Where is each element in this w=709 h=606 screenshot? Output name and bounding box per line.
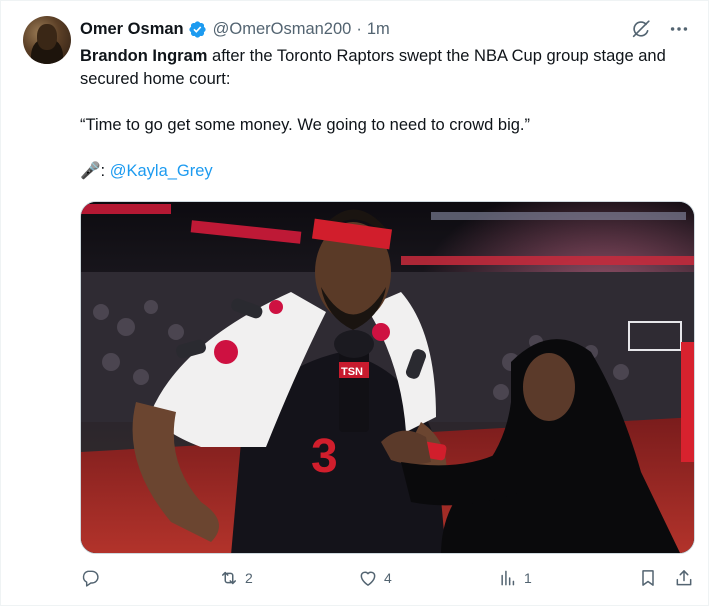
repost-icon — [222, 571, 236, 585]
separator-dot: · — [356, 19, 362, 38]
tweet-actions-bar: 2 4 1 — [80, 568, 700, 594]
like-count: 4 — [384, 570, 392, 586]
bookmark-icon — [642, 570, 654, 586]
reply-icon — [82, 570, 99, 587]
tweet-text: Brandon Ingram after the Toronto Raptors… — [80, 45, 700, 183]
verified-badge-icon — [189, 20, 206, 38]
author-handle[interactable]: @OmerOsman200 — [213, 20, 352, 39]
tweet-timestamp[interactable]: 1m — [367, 20, 390, 39]
tweet-credit-line: 🎤: @Kayla_Grey — [80, 160, 700, 183]
share-action[interactable] — [674, 568, 694, 588]
top-actions — [630, 18, 690, 40]
tweet-quote: “Time to go get some money. We going to … — [80, 116, 531, 134]
mention-link[interactable]: @Kayla_Grey — [110, 162, 213, 180]
tweet-media-photo[interactable]: 3 TSN — [80, 201, 695, 554]
reply-action[interactable] — [80, 568, 106, 588]
mentioned-player-name: Brandon Ingram — [80, 47, 208, 65]
mic-flag-brand: TSN — [341, 366, 363, 378]
share-icon — [676, 570, 692, 586]
like-icon — [360, 571, 376, 586]
tweet-paragraph-1: Brandon Ingram after the Toronto Raptors… — [80, 45, 700, 91]
repost-action[interactable]: 2 — [219, 568, 253, 588]
more-icon[interactable] — [668, 18, 690, 40]
bookmark-action[interactable] — [638, 568, 658, 588]
credit-separator: : — [100, 162, 110, 180]
author-name[interactable]: Omer Osman — [80, 20, 184, 39]
jersey-number: 3 — [311, 430, 338, 483]
views-count: 1 — [524, 570, 532, 586]
avatar[interactable] — [23, 16, 71, 64]
tweet-header: Omer Osman @OmerOsman200 · 1m — [80, 18, 390, 40]
like-action[interactable]: 4 — [358, 568, 392, 588]
views-action[interactable]: 1 — [498, 568, 532, 588]
repost-count: 2 — [245, 570, 253, 586]
arena-photo: 3 TSN — [81, 202, 694, 553]
grok-icon[interactable] — [630, 18, 652, 40]
views-icon — [501, 570, 515, 586]
microphone-emoji-icon: 🎤 — [80, 162, 101, 180]
tweet-card[interactable]: Omer Osman @OmerOsman200 · 1m Brandon In… — [0, 0, 709, 606]
